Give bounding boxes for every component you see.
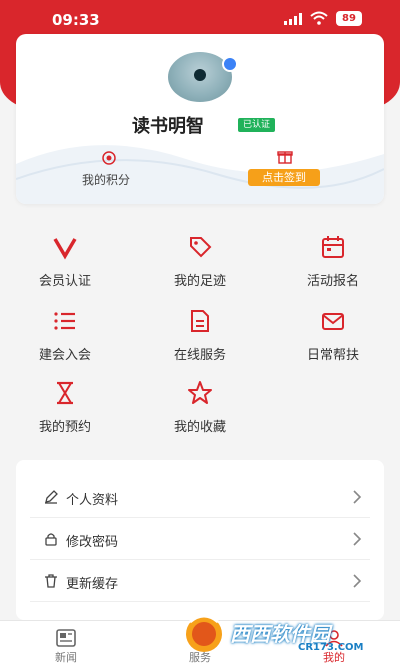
grid-item-label: 会员认证 (38, 274, 91, 289)
grid-item-label: 我的足迹 (173, 274, 226, 289)
grid-item-label: 建会入会 (38, 348, 91, 363)
grid-item-label: 在线服务 (173, 348, 226, 363)
chevron-right-icon (353, 532, 362, 546)
edit-icon (45, 490, 58, 504)
grid-item-label: 活动报名 (306, 274, 359, 289)
signal-icon (284, 13, 302, 25)
document-icon (191, 310, 209, 332)
watermark: 西西软件园 CR173.COM (178, 612, 378, 658)
avatar-lens (194, 69, 206, 81)
grid-item-membership[interactable]: 会员认证 (10, 234, 120, 294)
hourglass-icon (57, 381, 73, 405)
tag-icon (190, 237, 212, 258)
list-icon (54, 312, 75, 330)
grid-item-online-service[interactable]: 在线服务 (145, 308, 255, 368)
grid-item-footprint[interactable]: 我的足迹 (145, 234, 255, 294)
chevron-right-icon (353, 490, 362, 504)
settings-row-password[interactable]: 修改密码 (30, 520, 370, 560)
tab-news[interactable]: 新闻 (26, 621, 106, 668)
points-label[interactable]: 我的积分 (82, 171, 130, 188)
watermark-logo-icon (186, 614, 222, 652)
grid-item-daily-assistance[interactable]: 日常帮扶 (278, 308, 388, 368)
grid-item-join-union[interactable]: 建会入会 (10, 308, 120, 368)
settings-row-cache[interactable]: 更新缓存 (30, 562, 370, 602)
signin-button[interactable]: 点击签到 (248, 169, 320, 186)
news-icon (56, 629, 76, 647)
card-wave-decoration (16, 145, 384, 204)
calendar-icon (322, 236, 344, 258)
grid-item-my-appointments[interactable]: 我的预约 (10, 380, 120, 440)
grid-item-event-signup[interactable]: 活动报名 (278, 234, 388, 294)
username: 读书明智 (132, 116, 204, 137)
v-icon (53, 238, 77, 260)
tab-label: 新闻 (55, 651, 77, 664)
grid-item-label: 我的预约 (38, 420, 91, 435)
grid-item-my-favorites[interactable]: 我的收藏 (145, 380, 255, 440)
star-icon (188, 381, 212, 404)
chevron-right-icon (353, 574, 362, 588)
status-bar: 09:33 89 (0, 0, 400, 36)
grid-item-label: 日常帮扶 (306, 348, 359, 363)
status-time: 09:33 (52, 11, 100, 29)
settings-row-label: 更新缓存 (66, 577, 119, 592)
battery-icon: 89 (336, 11, 362, 26)
verified-badge: 已认证 (238, 118, 276, 132)
male-icon (222, 56, 238, 72)
wifi-icon (310, 11, 328, 25)
settings-list: 个人资料 修改密码 更新缓存 (16, 460, 384, 620)
settings-row-label: 个人资料 (66, 493, 119, 508)
watermark-domain: CR173.COM (298, 642, 364, 653)
lock-icon (45, 533, 57, 546)
gift-icon[interactable] (277, 148, 293, 164)
settings-row-profile[interactable]: 个人资料 (30, 478, 370, 518)
settings-row-label: 修改密码 (66, 535, 119, 550)
profile-card: 读书明智 已认证 我的积分 点击签到 (16, 34, 384, 204)
trash-icon (45, 574, 57, 588)
menu-grid: 会员认证 我的足迹 活动报名 建会入会 在线服务 日常帮扶 我的预约 我的收藏 (0, 226, 400, 446)
points-icon[interactable] (102, 151, 116, 165)
mail-icon (322, 313, 344, 330)
grid-item-label: 我的收藏 (173, 420, 226, 435)
